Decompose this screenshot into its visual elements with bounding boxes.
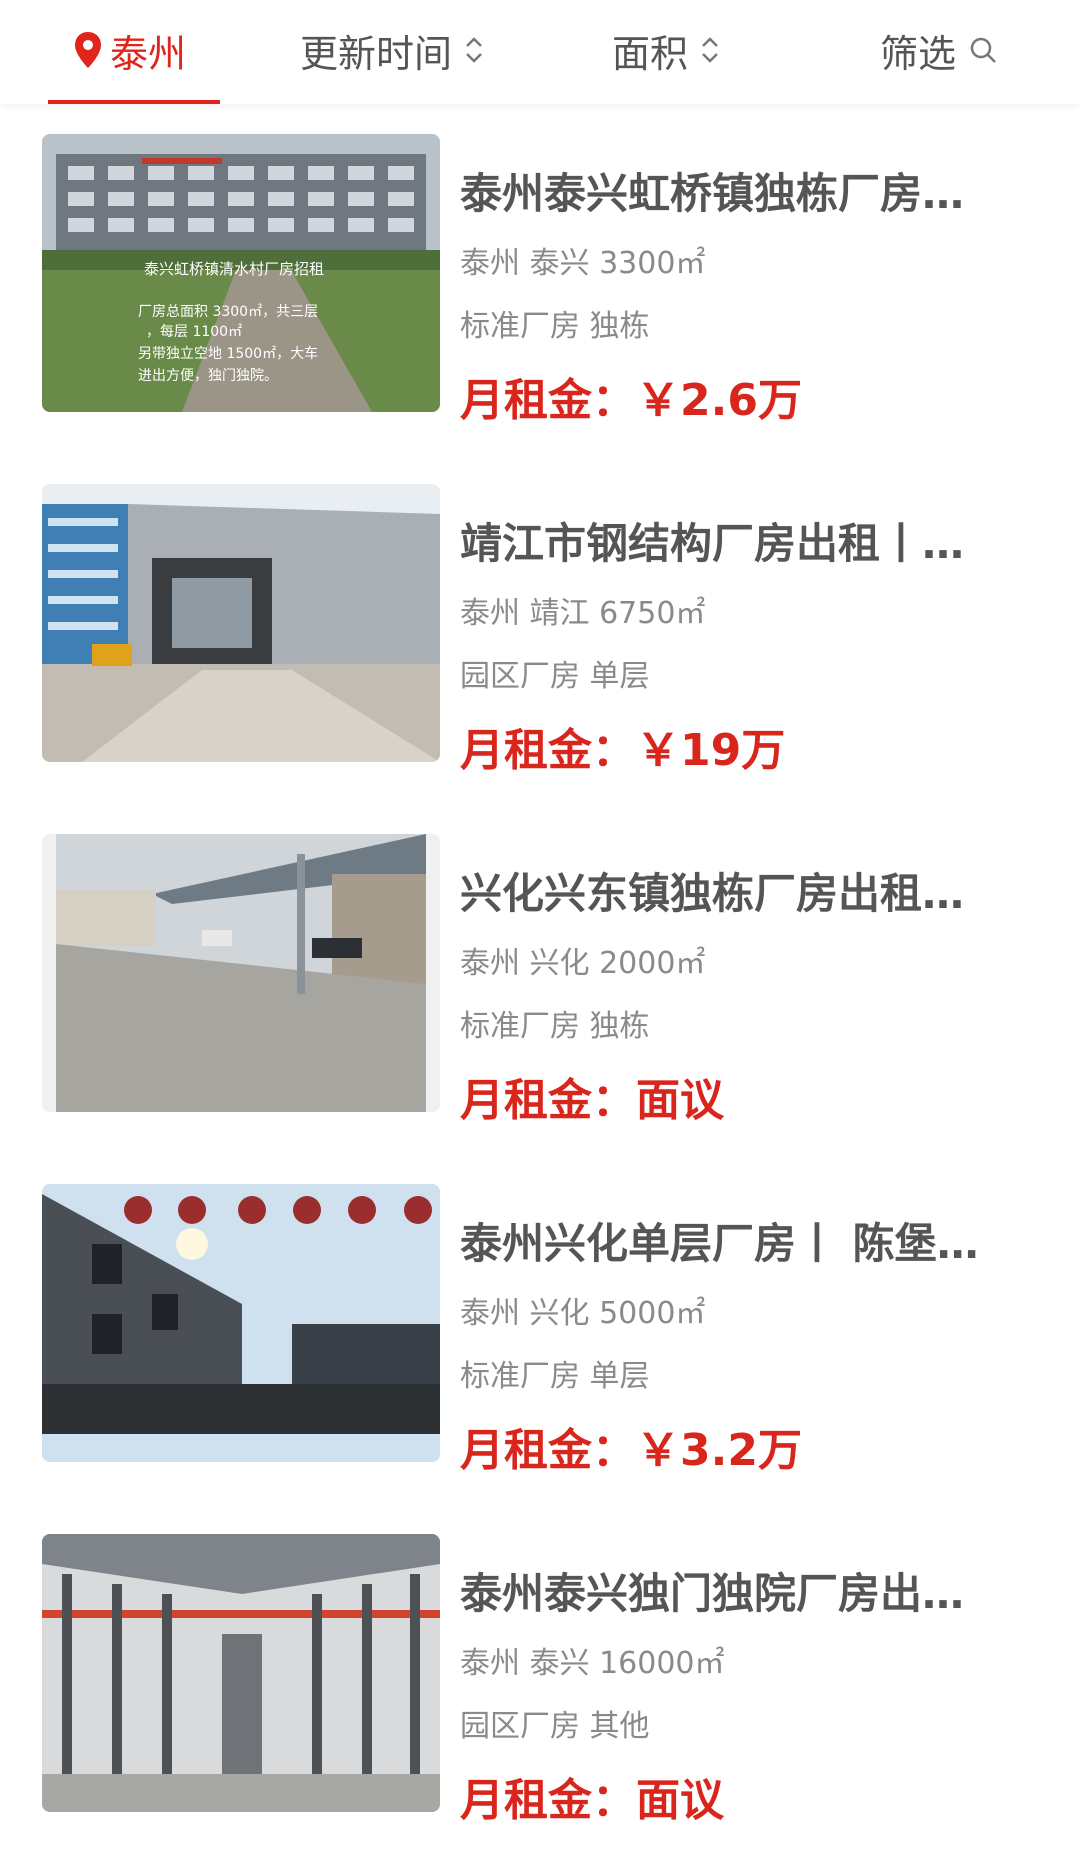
photo-caption-line: 进出方便，独门独院。 <box>138 368 278 384</box>
listing-card[interactable]: 泰州泰兴独门独院厂房出… 泰州 泰兴 16000㎡ 园区厂房 其他 月租金：面议 <box>0 1504 1080 1854</box>
listing-location: 泰州 靖江 6750㎡ <box>460 596 706 631</box>
listing-location: 泰州 泰兴 3300㎡ <box>460 246 706 281</box>
listing-photo <box>42 1184 440 1462</box>
listing-photo <box>42 484 440 762</box>
search-icon <box>970 37 996 63</box>
filter-button[interactable]: 筛选 <box>880 22 998 78</box>
listing-title: 泰州泰兴虹桥镇独栋厂房… <box>460 169 965 218</box>
sort-area-label: 面积 <box>612 31 689 76</box>
listing-type: 标准厂房 独栋 <box>460 1009 650 1044</box>
listing-location: 泰州 兴化 5000㎡ <box>460 1296 706 1331</box>
listing-price: 月租金：面议 <box>460 1775 724 1826</box>
filter-bar: 泰州 更新时间 面积 筛选 <box>0 0 1080 104</box>
listing-card[interactable]: 靖江市钢结构厂房出租丨… 泰州 靖江 6750㎡ 园区厂房 单层 月租金：￥19… <box>0 454 1080 804</box>
sort-updown-icon <box>702 37 718 63</box>
city-selector[interactable]: 泰州 <box>72 22 186 78</box>
photo-caption-line: 另带独立空地 1500㎡，大车 <box>138 345 318 362</box>
listing-card[interactable]: 兴化兴东镇独栋厂房出租… 泰州 兴化 2000㎡ 标准厂房 独栋 月租金：面议 <box>0 804 1080 1154</box>
listing-type: 标准厂房 独栋 <box>460 309 650 344</box>
listing-type: 园区厂房 单层 <box>460 659 650 694</box>
sort-update-time-label: 更新时间 <box>300 31 453 76</box>
listing-photo: 泰兴虹桥镇清水村厂房招租 厂房总面积 3300㎡，共三层 ，每层 1100㎡ 另… <box>42 134 440 412</box>
photo-caption-line: 厂房总面积 3300㎡，共三层 <box>138 304 318 320</box>
listing-card[interactable]: 泰兴虹桥镇清水村厂房招租 厂房总面积 3300㎡，共三层 ，每层 1100㎡ 另… <box>0 104 1080 454</box>
listing-location: 泰州 兴化 2000㎡ <box>460 946 706 981</box>
filter-label: 筛选 <box>880 31 957 76</box>
sort-updown-icon <box>466 37 482 63</box>
listing-location: 泰州 泰兴 16000㎡ <box>460 1646 725 1681</box>
city-label: 泰州 <box>110 31 187 76</box>
listing-title: 靖江市钢结构厂房出租丨… <box>460 519 965 568</box>
listing-card[interactable]: 泰州兴化单层厂房丨 陈堡… 泰州 兴化 5000㎡ 标准厂房 单层 月租金：￥3… <box>0 1154 1080 1504</box>
sort-update-time-button[interactable]: 更新时间 <box>300 22 486 78</box>
listing-price: 月租金：面议 <box>460 1075 724 1126</box>
listing-title: 泰州兴化单层厂房丨 陈堡… <box>460 1219 979 1268</box>
photo-caption-heading: 泰兴虹桥镇清水村厂房招租 <box>144 260 324 278</box>
listing-photo <box>42 1534 440 1812</box>
listing-title: 泰州泰兴独门独院厂房出… <box>460 1569 965 1618</box>
listing-type: 标准厂房 单层 <box>460 1359 650 1394</box>
listing-price: 月租金：￥19万 <box>460 725 786 776</box>
listing-photo <box>42 834 440 1112</box>
location-pin-icon <box>75 32 101 68</box>
listing-type: 园区厂房 其他 <box>460 1709 650 1744</box>
photo-caption-line: ，每层 1100㎡ <box>146 324 242 340</box>
listing-price: 月租金：￥3.2万 <box>460 1425 802 1476</box>
sort-area-button[interactable]: 面积 <box>612 22 722 78</box>
listing-price: 月租金：￥2.6万 <box>460 375 802 426</box>
listing-title: 兴化兴东镇独栋厂房出租… <box>460 869 965 918</box>
